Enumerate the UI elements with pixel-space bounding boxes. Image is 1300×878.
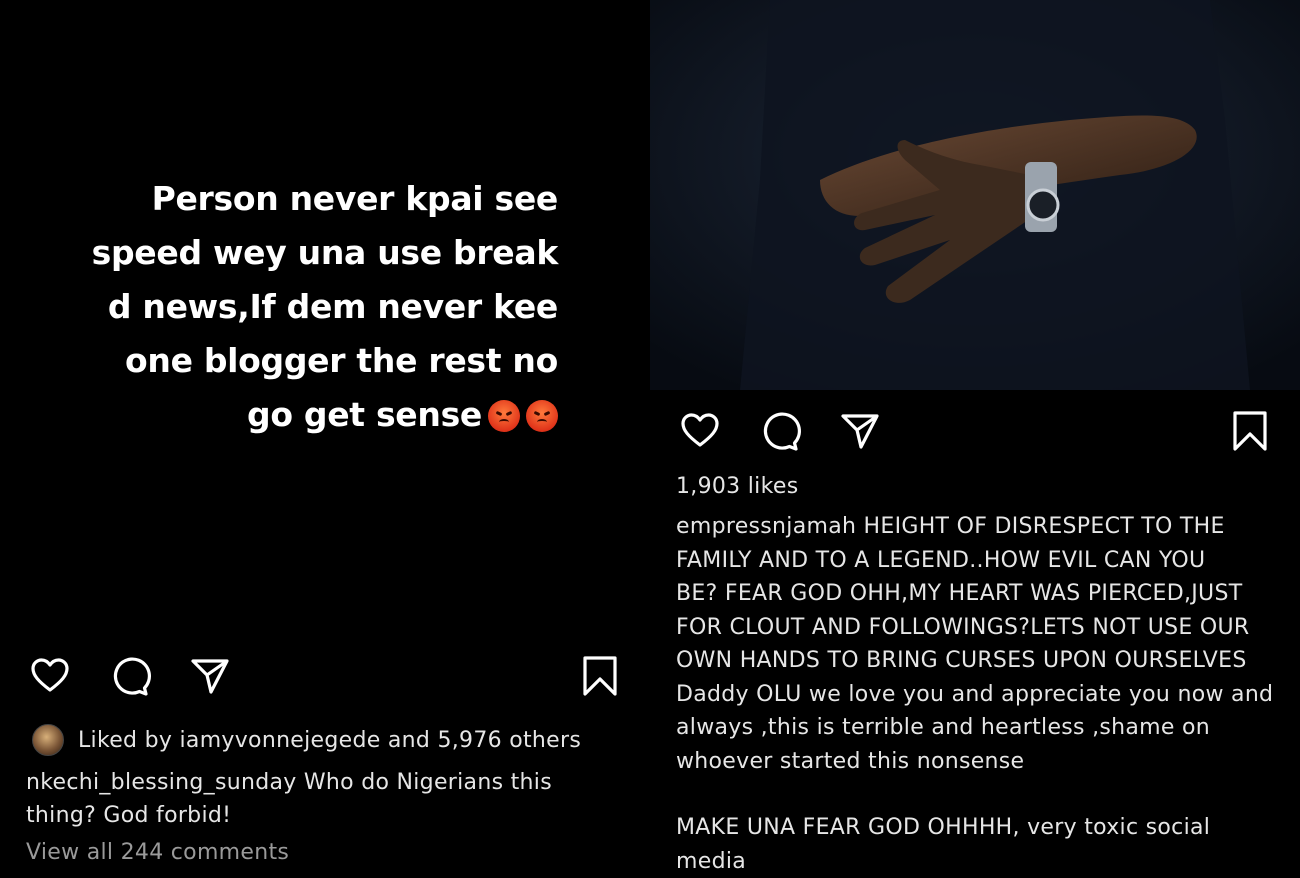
bookmark-icon[interactable] [1228,409,1272,453]
caption-line: BE? FEAR GOD OHH,MY HEART WAS PIERCED,JU… [676,577,1276,611]
story-line: speed wey una use break [38,226,558,280]
view-all-comments-link[interactable]: View all 244 comments [26,840,289,865]
caption-gap [676,778,1276,811]
comment-bubble-icon[interactable] [108,654,152,698]
caption-line: media [676,845,1276,878]
likes-count[interactable]: 1,903 likes [676,474,798,499]
post-image[interactable] [650,0,1300,390]
story-text: Person never kpai see speed wey una use … [38,172,558,442]
caption-line: OWN HANDS TO BRING CURSES UPON OURSELVES [676,644,1276,678]
caption-line: MAKE UNA FEAR GOD OHHHH, very toxic soci… [676,811,1276,845]
caption-line: thing? God forbid! [26,799,586,832]
caption-line: always ,this is terrible and heartless ,… [676,711,1276,745]
right-action-bar [650,409,1300,453]
story-line: Person never kpai see [38,172,558,226]
post-caption: nkechi_blessing_sunday Who do Nigerians … [26,766,586,832]
story-line-text: go get sense [247,395,482,434]
caption-line: whoever started this nonsense [676,745,1276,779]
post-caption: empressnjamah HEIGHT OF DISRESPECT TO TH… [676,510,1276,878]
caption-line: empressnjamah HEIGHT OF DISRESPECT TO TH… [676,510,1276,544]
caption-line: FOR CLOUT AND FOLLOWINGS?LETS NOT USE OU… [676,611,1276,645]
left-post: Person never kpai see speed wey una use … [0,0,650,867]
paper-plane-icon[interactable] [838,409,882,453]
caption-line: FAMILY AND TO A LEGEND..HOW EVIL CAN YOU [676,544,1276,578]
left-action-bar [0,654,650,698]
angry-face-icon [526,400,558,432]
heart-icon[interactable] [28,654,72,698]
bookmark-icon[interactable] [578,654,622,698]
angry-face-icon [488,400,520,432]
caption-line: nkechi_blessing_sunday Who do Nigerians … [26,766,586,799]
liked-by-row: Liked by iamyvonnejegede and 5,976 other… [32,724,581,756]
heart-icon[interactable] [678,409,722,453]
avatar[interactable] [32,724,64,756]
liked-by-text[interactable]: Liked by iamyvonnejegede and 5,976 other… [78,728,581,753]
story-line-last: go get sense [38,388,558,442]
caption-line: Daddy OLU we love you and appreciate you… [676,678,1276,712]
story-line: one blogger the rest no [38,334,558,388]
comment-bubble-icon[interactable] [758,409,802,453]
story-line: d news,If dem never kee [38,280,558,334]
paper-plane-icon[interactable] [188,654,232,698]
